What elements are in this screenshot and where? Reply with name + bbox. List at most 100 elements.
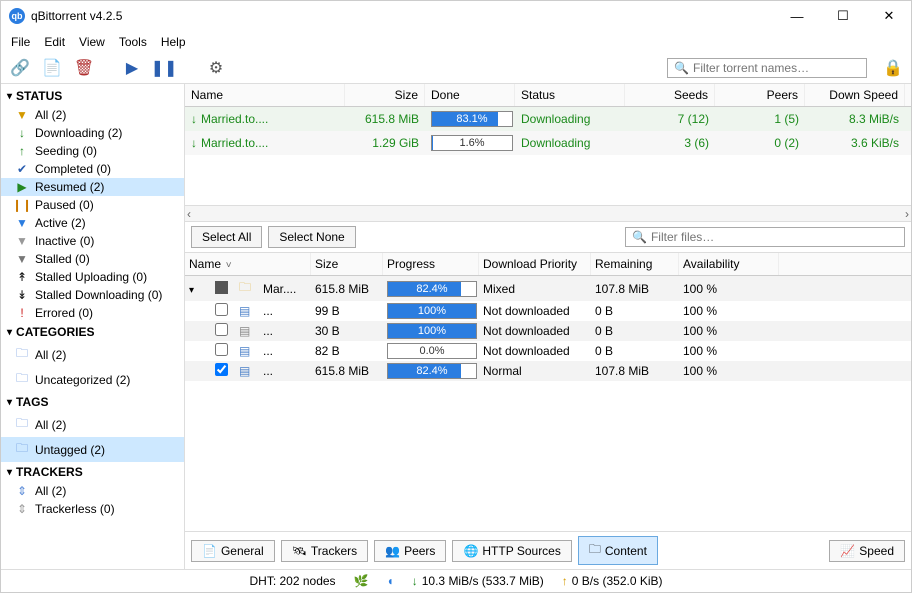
fcol-priority[interactable]: Download Priority	[479, 253, 591, 275]
sidebar-item-label: Stalled (0)	[35, 252, 90, 266]
sidebar-item-label: Paused (0)	[35, 198, 94, 212]
sidebar-item[interactable]: ❙❙Paused (0)	[1, 196, 184, 214]
settings-button[interactable]: ⚙	[205, 57, 227, 79]
connection-icon[interactable]: 🌿	[354, 574, 369, 588]
file-size: 82 B	[311, 343, 383, 359]
sidebar-item-label: Seeding (0)	[35, 144, 97, 158]
sidebar-item[interactable]: ▼Stalled (0)	[1, 250, 184, 268]
col-name[interactable]: Name	[185, 84, 345, 106]
tab-content[interactable]: 🗀 Content	[578, 536, 658, 565]
maximize-button[interactable]: ☐	[829, 5, 857, 27]
select-all-button[interactable]: Select All	[191, 226, 262, 248]
lock-icon[interactable]: 🔒	[883, 58, 903, 78]
tab-peers[interactable]: 👥 Peers	[374, 540, 446, 562]
torrent-row[interactable]: ↓Married.to....1.29 GiB1.6%Downloading3 …	[185, 131, 911, 155]
col-downspeed[interactable]: Down Speed	[805, 84, 905, 106]
sidebar-item[interactable]: ↑ Seeding (0)	[1, 142, 184, 160]
menu-view[interactable]: View	[79, 35, 105, 49]
file-checkbox[interactable]	[215, 363, 228, 376]
col-done[interactable]: Done	[425, 84, 515, 106]
minimize-button[interactable]: —	[783, 5, 811, 27]
file-size: 99 B	[311, 303, 383, 319]
chevron-down-icon[interactable]: ▾	[189, 285, 194, 296]
file-table-body: ▾🗀Mar....615.8 MiB82.4%Mixed107.8 MiB100…	[185, 276, 911, 531]
sidebar-section-status[interactable]: ▾STATUS	[1, 86, 184, 106]
resume-button[interactable]: ▶	[121, 57, 143, 79]
file-checkbox[interactable]	[215, 343, 228, 356]
sidebar-item[interactable]: ▼Inactive (0)	[1, 232, 184, 250]
sidebar-item[interactable]: ↟Stalled Uploading (0)	[1, 268, 184, 286]
file-availability: 100 %	[679, 323, 779, 339]
select-none-button[interactable]: Select None	[268, 226, 355, 248]
file-name: ...	[259, 363, 311, 379]
file-checkbox[interactable]	[215, 323, 228, 336]
file-checkbox[interactable]	[215, 281, 228, 294]
horizontal-scrollbar[interactable]: ‹›	[185, 205, 911, 221]
fcol-availability[interactable]: Availability	[679, 253, 779, 275]
menu-file[interactable]: File	[11, 35, 30, 49]
file-checkbox[interactable]	[215, 303, 228, 316]
sidebar-item[interactable]: ⇕All (2)	[1, 482, 184, 500]
col-peers[interactable]: Peers	[715, 84, 805, 106]
sidebar-section-trackers[interactable]: ▾TRACKERS	[1, 462, 184, 482]
sidebar-item[interactable]: 🗀Uncategorized (2)	[1, 367, 184, 392]
status-icon: ↑	[15, 144, 29, 158]
sidebar-item[interactable]: 🗀All (2)	[1, 412, 184, 437]
sidebar-section-tags[interactable]: ▾TAGS	[1, 392, 184, 412]
upload-speed-status: ↑ 0 B/s (352.0 KiB)	[562, 574, 663, 588]
file-row[interactable]: ▤...30 B100%Not downloaded0 B100 %	[185, 321, 911, 341]
torrent-filter-input[interactable]	[693, 61, 860, 75]
sidebar-item-label: Active (2)	[35, 216, 86, 230]
sidebar-item-label: Resumed (2)	[35, 180, 104, 194]
status-icon: ⇕	[15, 502, 29, 516]
delete-button[interactable]: 🗑	[73, 57, 95, 79]
tab-speed[interactable]: 📈 Speed	[829, 540, 905, 562]
status-icon: ↡	[15, 288, 29, 302]
fcol-size[interactable]: Size	[311, 253, 383, 275]
torrent-peers: 1 (5)	[715, 110, 805, 128]
tab-http-sources[interactable]: 🌐 HTTP Sources	[452, 540, 571, 562]
sidebar-item[interactable]: ⇕ Trackerless (0)	[1, 500, 184, 518]
tab-general[interactable]: 📄 General	[191, 540, 275, 562]
menu-tools[interactable]: Tools	[119, 35, 147, 49]
close-button[interactable]: ✕	[875, 5, 903, 27]
sidebar-item[interactable]: ✔Completed (0)	[1, 160, 184, 178]
tab-icon: 👥	[385, 544, 400, 558]
torrent-table-header: Name Size Done Status Seeds Peers Down S…	[185, 84, 911, 107]
fcol-remaining[interactable]: Remaining	[591, 253, 679, 275]
file-row[interactable]: ▤...615.8 MiB82.4%Normal107.8 MiB100 %	[185, 361, 911, 381]
menu-edit[interactable]: Edit	[44, 35, 65, 49]
file-filter-input[interactable]	[651, 230, 898, 244]
tab-trackers[interactable]: 🛰 Trackers	[281, 540, 368, 562]
fcol-name[interactable]: Name ˅	[185, 253, 311, 275]
tab-icon: 🌐	[463, 544, 478, 558]
file-row[interactable]: ▤...82 B0.0%Not downloaded0 B100 %	[185, 341, 911, 361]
file-filter-box[interactable]: 🔍	[625, 227, 905, 247]
sidebar-item[interactable]: 🗀All (2)	[1, 342, 184, 367]
add-link-button[interactable]: 🔗	[9, 57, 31, 79]
file-row[interactable]: ▾🗀Mar....615.8 MiB82.4%Mixed107.8 MiB100…	[185, 276, 911, 301]
speed-limit-icon[interactable]: ◖	[387, 574, 394, 588]
bottom-tabs: 📄 General 🛰 Trackers 👥 Peers 🌐 HTTP Sources…	[185, 531, 911, 569]
sidebar-item-label: All (2)	[35, 418, 66, 432]
sidebar-item[interactable]: ↓Downloading (2)	[1, 124, 184, 142]
fcol-progress[interactable]: Progress	[383, 253, 479, 275]
sidebar-item[interactable]: ▼All (2)	[1, 106, 184, 124]
pause-button[interactable]: ❚❚	[153, 57, 175, 79]
sidebar-item[interactable]: ↡Stalled Downloading (0)	[1, 286, 184, 304]
torrent-filter-box[interactable]: 🔍	[667, 58, 867, 78]
col-status[interactable]: Status	[515, 84, 625, 106]
menu-help[interactable]: Help	[161, 35, 186, 49]
torrent-row[interactable]: ↓Married.to....615.8 MiB83.1%Downloading…	[185, 107, 911, 131]
file-row[interactable]: ▤...99 B100%Not downloaded0 B100 %	[185, 301, 911, 321]
add-file-button[interactable]: 📄	[41, 57, 63, 79]
col-seeds[interactable]: Seeds	[625, 84, 715, 106]
sidebar-item[interactable]: ▶Resumed (2)	[1, 178, 184, 196]
sidebar-item[interactable]: ▼Active (2)	[1, 214, 184, 232]
sidebar-item[interactable]: 🗀Untagged (2)	[1, 437, 184, 462]
col-size[interactable]: Size	[345, 84, 425, 106]
sidebar-section-categories[interactable]: ▾CATEGORIES	[1, 322, 184, 342]
sidebar-item-label: Trackerless (0)	[35, 502, 115, 516]
sidebar-item[interactable]: !Errored (0)	[1, 304, 184, 322]
progress-bar: 1.6%	[431, 135, 513, 151]
